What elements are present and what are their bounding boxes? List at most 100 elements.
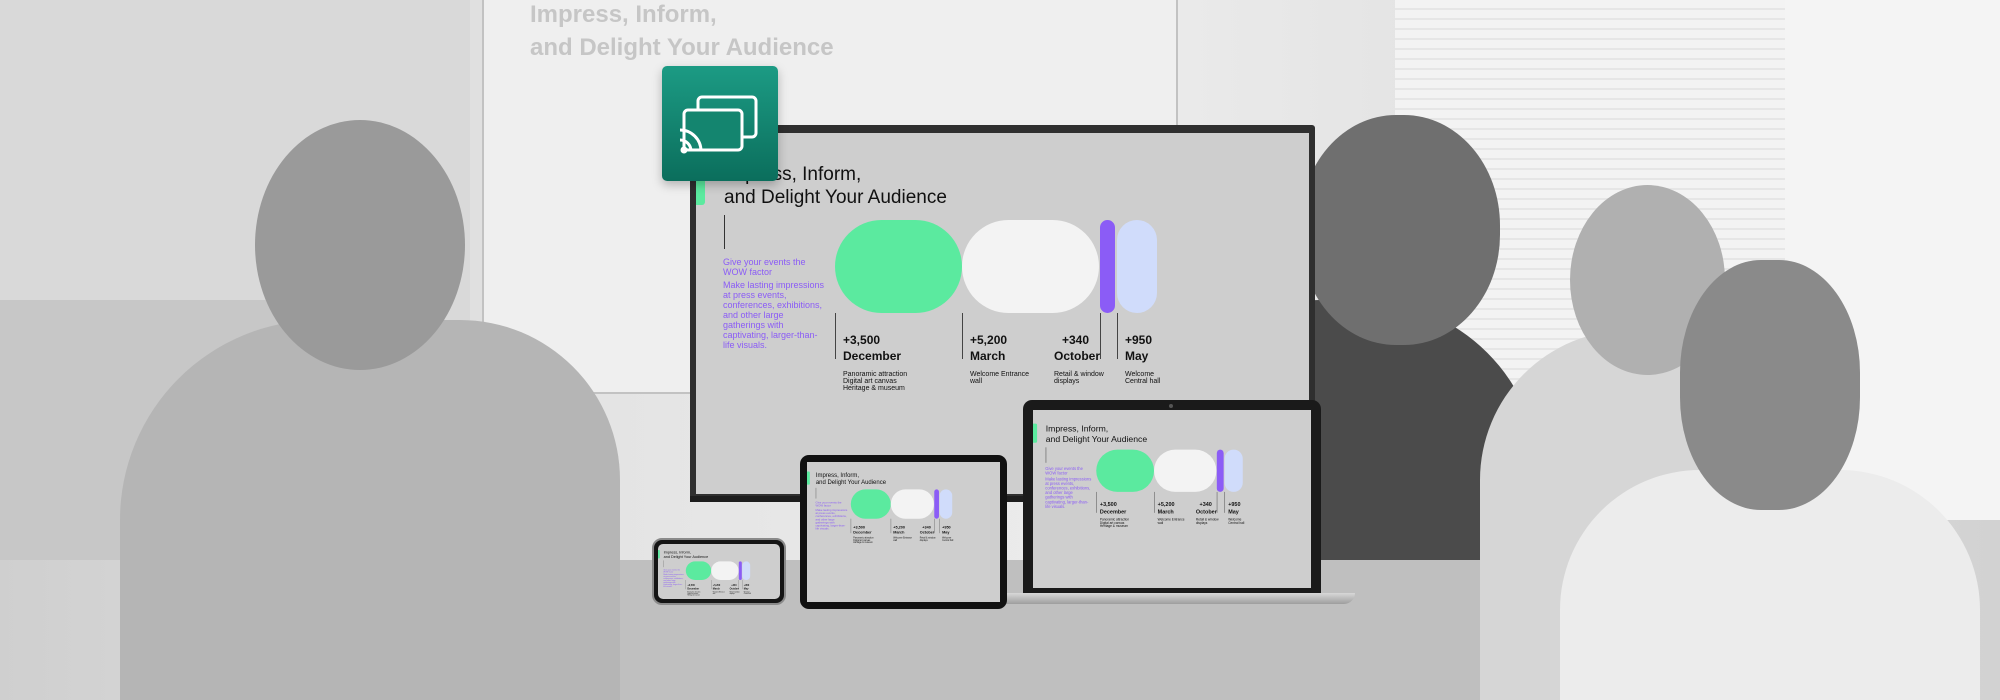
slide-stat-value: +5,200 [1157,501,1175,508]
slide-stat-note: Welcome Entrance wall [970,371,1030,385]
slide-stat-month: October [1054,349,1101,363]
person-center-head [1300,115,1500,345]
slide-tagline: Give your events the WOW factor [723,257,806,277]
slide-stat-line [1117,313,1118,359]
person-left-head [255,120,465,370]
slide-stat-month: May [743,587,749,590]
slide-stat-value: +950 [1228,501,1241,508]
slide-shape-lightblue [1117,220,1157,313]
slide-title-line1: Impress, Inform, [1045,424,1109,434]
slide-description: Make lasting impressions at press events… [815,508,848,531]
slide-title-line2: and Delight Your Audience [1045,434,1148,445]
slide-shape-lightblue [1224,449,1243,492]
slide-stat-value: +5,200 [893,525,905,530]
slide-stat-value: +340 [922,525,931,530]
slide-stat-note: Welcome Central hall [1228,518,1245,525]
background-board-title: Impress, Inform, and Delight Your Audien… [530,0,834,64]
slide-stat-month: March [712,587,720,590]
slide-stat-note: Welcome Entrance wall [893,536,912,542]
slide-stat-month: December [1099,508,1127,515]
slide-title-line2: and Delight Your Audience [724,187,947,208]
slide-shape-green [685,561,712,580]
slide-stat-month: March [893,530,905,535]
slide-tagline: Give your events the WOW factor [663,568,680,573]
slide-stat-note: Welcome Central hall [1125,371,1161,385]
slide-stat-value: +950 [942,525,951,530]
slide-title-line1: Impress, Inform, [815,471,860,479]
phone-screen: Impress, Inform, and Delight Your Audien… [658,544,780,599]
slide-shape-green [1096,449,1155,492]
screen-cast-app-icon[interactable] [662,66,778,181]
laptop-camera [1169,404,1173,408]
slide-title-line2: and Delight Your Audience [663,554,709,559]
slide-stat-value: +3,500 [1099,501,1117,508]
slide-stat-month: May [1228,508,1239,515]
slide-stat-note: Welcome Entrance wall [1157,518,1185,525]
slide-stat-line [1100,313,1101,359]
slide-stat-value: +3,500 [843,333,881,347]
slide-stat-line [962,313,963,359]
slide-stat-note: Welcome Central hall [743,591,751,595]
slide-title: Impress, Inform, and Delight Your Audien… [664,550,709,559]
slide-shape-white [1154,449,1217,492]
slide: Impress, Inform, and Delight Your Audien… [658,544,780,599]
slide-stat-value: +3,500 [853,525,865,530]
tablet: Impress, Inform, and Delight Your Audien… [800,455,1007,609]
slide-description: Make lasting impressions at press events… [723,280,825,350]
slide: Impress, Inform, and Delight Your Audien… [807,462,1000,576]
slide-stat-note: Welcome Central hall [942,536,954,542]
slide-shape-white [962,220,1099,313]
slide-stat-note: Panoramic attraction Digital art canvas … [843,371,908,392]
slide-divider [724,215,725,249]
slide-shape-white [890,489,934,519]
slide-shape-lightblue [742,561,751,580]
laptop-base [990,593,1355,604]
slide-title-line2: and Delight Your Audience [815,479,887,486]
slide-stat-line [835,313,836,359]
background-board-title-line1: Impress, Inform, [530,1,717,28]
slide-tagline: Give your events the WOW factor [1045,466,1083,476]
slide-stat-month: December [687,587,700,590]
laptop-screen: Impress, Inform, and Delight Your Audien… [1033,410,1311,588]
slide-stat-value: +5,200 [970,333,1008,347]
slide-stat-month: May [942,530,950,535]
slide-stat-note: Retail & window displays [729,591,740,595]
slide-stat-note: Welcome Entrance wall [712,591,725,595]
slide-shape-green [835,220,962,313]
slide-title: Impress, Inform, and Delight Your Audien… [1046,424,1147,445]
slide-stat-month: October [729,587,739,590]
slide-stat-month: October [1195,508,1217,515]
slide-stat-month: December [843,349,902,363]
slide-stat-note: Retail & window displays [1054,371,1104,385]
slide-shape-purple [1216,449,1224,492]
slide-stat-value: +950 [1125,333,1153,347]
slide: Impress, Inform, and Delight Your Audien… [1033,410,1311,574]
person-left-body [120,320,620,700]
slide-description: Make lasting impressions at press events… [663,573,684,588]
background-board-title-line2: and Delight Your Audience [530,34,834,61]
slide-shape-lightblue [939,489,953,519]
slide-stat-value: +340 [1062,333,1090,347]
slide-accent-bar [1033,423,1038,443]
slide-description: Make lasting impressions at press events… [1045,476,1092,509]
slide-stat-month: December [853,530,872,535]
slide-stat-note: Retail & window displays [919,536,936,542]
phone: Impress, Inform, and Delight Your Audien… [652,538,786,605]
slide-title: Impress, Inform, and Delight Your Audien… [815,471,887,486]
slide-stat-note: Retail & window displays [1195,518,1219,525]
slide-stat-value: +340 [1199,501,1212,508]
laptop: Impress, Inform, and Delight Your Audien… [1023,400,1321,595]
slide-stat-month: October [919,530,935,535]
slide-shape-purple [1100,220,1115,313]
slide-stat-month: March [1157,508,1174,515]
person-far-right-head [1680,260,1860,510]
screen-cast-icon [679,95,758,154]
slide-stat-note: Panoramic attraction Digital art canvas … [1099,518,1130,528]
slide-shape-white [711,561,739,580]
tablet-screen: Impress, Inform, and Delight Your Audien… [807,462,1000,602]
slide-stat-month: May [1125,349,1149,363]
slide-stat-month: March [970,349,1006,363]
slide-tagline: Give your events the WOW factor [815,501,842,508]
slide-shape-purple [934,489,939,519]
slide-accent-bar [807,471,810,485]
